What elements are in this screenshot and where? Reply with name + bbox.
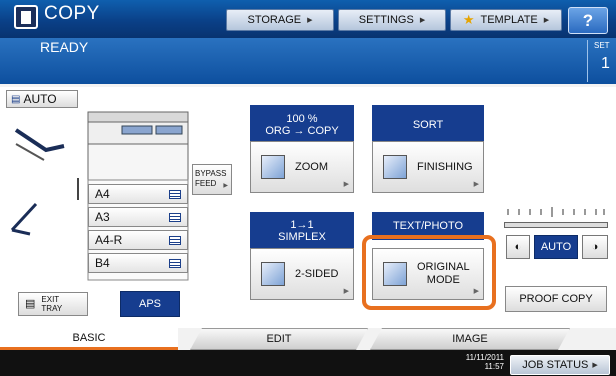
darker-button[interactable]: ◑ (582, 235, 608, 259)
density-scale (507, 207, 605, 217)
finishing-button[interactable]: FINISHING ▶ (372, 141, 484, 193)
datetime: 11/11/2011 11:57 (448, 353, 504, 371)
tray-label: A4 (95, 187, 110, 201)
lighter-icon: ◐ (514, 241, 522, 253)
date: 11/11/2011 (465, 353, 504, 362)
aps-button[interactable]: APS (120, 291, 180, 317)
zoom-header: 100 % ORG → COPY (250, 105, 354, 145)
storage-button[interactable]: STORAGE ▶ (226, 9, 334, 31)
paper-level-icon (169, 235, 181, 245)
arrow-right-icon: ▶ (343, 288, 349, 295)
tray-a4[interactable]: A4 (88, 184, 188, 204)
arrow-right-icon: ▶ (223, 183, 228, 189)
bypass-feed-button[interactable]: BYPASS FEED ▶ (192, 164, 232, 195)
zoom-button[interactable]: ZOOM ▶ (250, 141, 354, 193)
paper-icon: ▤ (11, 93, 21, 105)
two-sided-icon (261, 262, 285, 286)
zoom-icon (261, 155, 285, 179)
tray-label: A3 (95, 210, 110, 224)
arrow-right-icon: ▶ (543, 17, 550, 24)
paper-level-icon (169, 258, 181, 268)
finishing-icon (383, 155, 407, 179)
settings-button[interactable]: SETTINGS ▶ (338, 9, 446, 31)
finishing-label: FINISHING (417, 161, 473, 173)
exit-tray-line2: TRAY (41, 304, 63, 313)
zoom-direction: ORG → COPY (265, 125, 339, 137)
copy-screen: COPY STORAGE ▶ SETTINGS ▶ ★ TEMPLATE ▶ ? REA… (0, 0, 616, 376)
highlight-frame (362, 235, 496, 310)
tab-image[interactable]: IMAGE (370, 328, 570, 350)
auto-paper-button[interactable]: ▤ AUTO (6, 90, 78, 108)
density-auto-button[interactable]: AUTO (534, 235, 578, 259)
tray-label: A4-R (95, 233, 123, 247)
tray-a4r[interactable]: A4-R (88, 230, 188, 250)
settings-label: SETTINGS (358, 14, 414, 26)
status-message: READY (40, 39, 89, 55)
two-sided-button[interactable]: 2-SIDED ▶ (250, 248, 354, 300)
star-icon: ★ (462, 12, 475, 27)
auto-paper-label: AUTO (23, 92, 57, 106)
lighter-button[interactable]: ◐ (506, 235, 530, 259)
set-label: SET (594, 41, 610, 50)
status-bar (0, 38, 616, 84)
template-label: TEMPLATE (480, 14, 538, 26)
duplex-mode: 1→1 (290, 219, 314, 231)
exit-tray-line1: EXIT (41, 295, 60, 304)
zoom-label: ZOOM (295, 161, 328, 173)
storage-label: STORAGE (247, 14, 302, 26)
darker-icon: ◑ (591, 241, 599, 253)
set-count: 1 (601, 55, 610, 72)
copy-icon (14, 5, 38, 29)
divider (587, 40, 588, 82)
bypass-label-line1: BYPASS (195, 169, 227, 178)
tray-a3[interactable]: A3 (88, 207, 188, 227)
app-title: COPY (44, 3, 100, 24)
arrow-right-icon: ▶ (419, 17, 426, 24)
tab-basic[interactable]: BASIC (0, 328, 178, 350)
template-button[interactable]: ★ TEMPLATE ▶ (450, 9, 562, 31)
tray-label: B4 (95, 256, 110, 270)
density-bar (504, 222, 608, 228)
duplex-header: 1→1 SIMPLEX (250, 212, 354, 250)
tray-icon: ▤ (25, 297, 36, 310)
arrow-right-icon: ▶ (343, 181, 349, 188)
proof-copy-button[interactable]: PROOF COPY (505, 286, 607, 312)
arrow-right-icon: ▶ (592, 362, 598, 369)
paper-level-icon (169, 212, 181, 222)
zoom-ratio: 100 % (286, 113, 318, 125)
arrow-right-icon: ▶ (473, 181, 479, 188)
help-button[interactable]: ? (568, 7, 608, 34)
arrow-right-icon: ▶ (307, 17, 313, 24)
tray-b4[interactable]: B4 (88, 253, 188, 273)
exit-tray-button[interactable]: ▤ EXIT TRAY (18, 292, 88, 316)
two-sided-label: 2-SIDED (295, 268, 339, 280)
job-status-label: JOB STATUS (522, 359, 589, 371)
duplex-type: SIMPLEX (278, 231, 326, 243)
paper-level-icon (169, 189, 181, 199)
time: 11:57 (484, 362, 504, 371)
tab-edit[interactable]: EDIT (190, 328, 368, 350)
sort-header: SORT (372, 105, 484, 145)
job-status-button[interactable]: JOB STATUS ▶ (510, 355, 610, 375)
